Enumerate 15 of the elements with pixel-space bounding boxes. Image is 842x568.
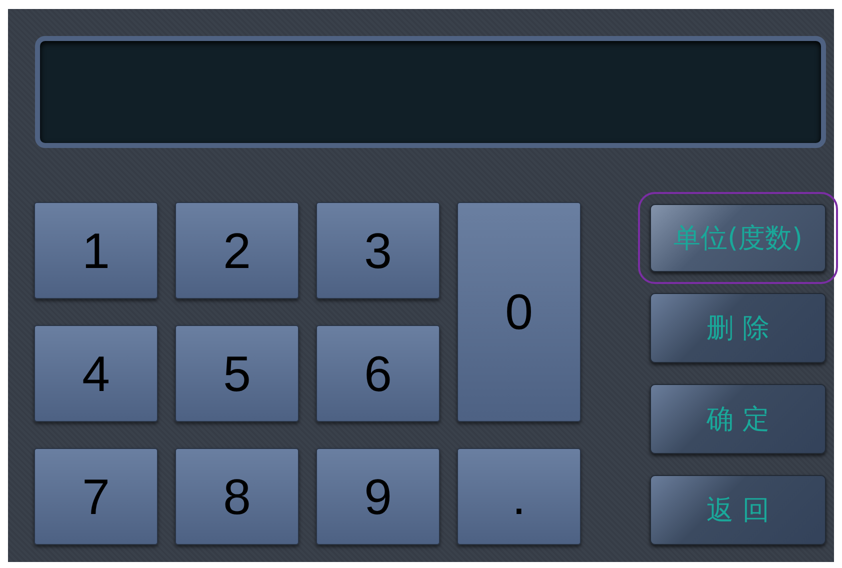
number-key[interactable]: 5: [175, 325, 299, 422]
number-key[interactable]: 8: [175, 448, 299, 545]
number-key[interactable]: 0: [457, 202, 581, 422]
number-key[interactable]: 7: [34, 448, 158, 545]
number-key[interactable]: 1: [34, 202, 158, 299]
number-key[interactable]: 4: [34, 325, 158, 422]
number-key[interactable]: 6: [316, 325, 440, 422]
number-key[interactable]: .: [457, 448, 581, 545]
number-key[interactable]: 3: [316, 202, 440, 299]
number-key[interactable]: 2: [175, 202, 299, 299]
function-button[interactable]: 返 回: [650, 475, 826, 545]
function-button[interactable]: 单位(度数): [650, 204, 826, 272]
number-key[interactable]: 9: [316, 448, 440, 545]
function-button[interactable]: 删 除: [650, 293, 826, 363]
function-button[interactable]: 确 定: [650, 384, 826, 454]
